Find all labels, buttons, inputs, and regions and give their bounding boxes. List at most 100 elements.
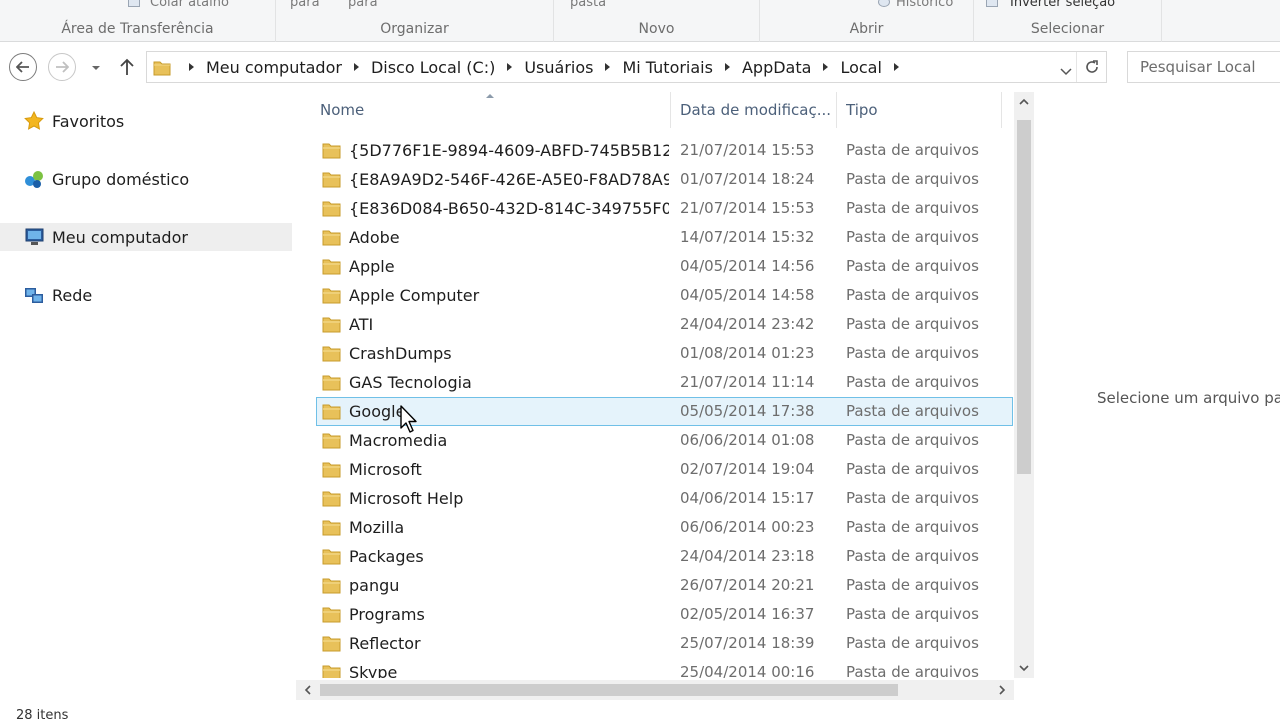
breadcrumb-separator[interactable] bbox=[353, 63, 359, 71]
file-type: Pasta de arquivos bbox=[846, 373, 979, 391]
nav-item-computer[interactable]: Meu computador bbox=[0, 223, 292, 251]
scroll-left-button[interactable] bbox=[298, 680, 318, 700]
recent-locations-dropdown[interactable] bbox=[90, 59, 102, 73]
file-type: Pasta de arquivos bbox=[846, 228, 979, 246]
file-date: 25/07/2014 18:39 bbox=[680, 634, 815, 652]
invert-selection-icon bbox=[986, 0, 998, 7]
breadcrumb-separator[interactable] bbox=[893, 63, 899, 71]
folder-icon bbox=[322, 317, 341, 333]
move-to-button[interactable]: para bbox=[290, 0, 320, 10]
column-header-name[interactable]: Nome bbox=[320, 92, 668, 128]
ribbon-group-new: pasta Novo bbox=[554, 0, 760, 42]
file-row[interactable]: Adobe 14/07/2014 15:32 Pasta de arquivos bbox=[316, 223, 1013, 252]
file-row[interactable]: Microsoft Help 04/06/2014 15:17 Pasta de a… bbox=[316, 484, 1013, 513]
preview-pane: Selecione um arquivo par bbox=[1036, 92, 1280, 720]
file-row[interactable]: pangu 26/07/2014 20:21 Pasta de arquivos bbox=[316, 571, 1013, 600]
nav-item-favorites[interactable]: Favoritos bbox=[0, 107, 292, 135]
file-name: Microsoft bbox=[349, 460, 422, 479]
breadcrumb-separator[interactable] bbox=[189, 63, 194, 71]
file-row[interactable]: {E8A9A9D2-546F-426E-A5E0-F8AD78A98... 01/… bbox=[316, 165, 1013, 194]
arrow-up-icon bbox=[120, 58, 134, 75]
paste-shortcut-button[interactable]: Colar atalho bbox=[150, 0, 229, 10]
file-row[interactable]: Mozilla 06/06/2014 00:23 Pasta de arquivos bbox=[316, 513, 1013, 542]
search-input[interactable] bbox=[1128, 52, 1278, 82]
breadcrumb-separator[interactable] bbox=[823, 63, 829, 71]
address-bar[interactable]: Meu computador Disco Local (C:) Usuários… bbox=[146, 51, 1107, 83]
folder-icon bbox=[322, 259, 341, 275]
folder-icon bbox=[322, 491, 341, 507]
ribbon-group-label: Área de Transferência bbox=[61, 21, 214, 37]
breadcrumb-item[interactable]: Mi Tutoriais bbox=[622, 58, 713, 77]
file-type: Pasta de arquivos bbox=[846, 199, 979, 217]
column-divider[interactable] bbox=[1001, 92, 1002, 128]
file-row[interactable]: CrashDumps 01/08/2014 01:23 Pasta de arqui… bbox=[316, 339, 1013, 368]
preview-message: Selecione um arquivo par bbox=[1097, 389, 1280, 407]
file-row[interactable]: Apple Computer 04/05/2014 14:58 Pasta de a… bbox=[316, 281, 1013, 310]
file-row[interactable]: GAS Tecnologia 21/07/2014 11:14 Pasta de a… bbox=[316, 368, 1013, 397]
nav-item-network[interactable]: Rede bbox=[0, 281, 292, 309]
horizontal-scrollbar[interactable] bbox=[296, 680, 1014, 700]
column-divider[interactable] bbox=[670, 92, 671, 128]
file-row[interactable]: Programs 02/05/2014 16:37 Pasta de arquivo… bbox=[316, 600, 1013, 629]
scroll-up-button[interactable] bbox=[1014, 92, 1034, 112]
chevron-left-icon bbox=[304, 685, 311, 695]
breadcrumb-item[interactable]: Disco Local (C:) bbox=[371, 58, 495, 77]
copy-to-button[interactable]: para bbox=[348, 0, 378, 10]
chevron-up-icon bbox=[1019, 98, 1029, 105]
vertical-scroll-thumb[interactable] bbox=[1017, 120, 1031, 474]
breadcrumb-item[interactable]: Usuários bbox=[524, 58, 593, 77]
scroll-right-button[interactable] bbox=[992, 680, 1012, 700]
file-row[interactable]: Packages 24/04/2014 23:18 Pasta de arquivo… bbox=[316, 542, 1013, 571]
breadcrumb-separator[interactable] bbox=[507, 63, 513, 71]
computer-icon bbox=[25, 228, 44, 245]
file-row[interactable]: Skype 25/04/2014 00:16 Pasta de arquivos bbox=[316, 658, 1013, 678]
file-row[interactable]: Apple 04/05/2014 14:56 Pasta de arquivos bbox=[316, 252, 1013, 281]
new-folder-button[interactable]: pasta bbox=[570, 0, 606, 10]
paste-shortcut-icon bbox=[128, 0, 140, 7]
file-row[interactable]: Microsoft 02/07/2014 19:04 Pasta de arquiv… bbox=[316, 455, 1013, 484]
file-date: 21/07/2014 15:53 bbox=[680, 199, 815, 217]
file-date: 21/07/2014 15:53 bbox=[680, 141, 815, 159]
file-row[interactable]: ATI 24/04/2014 23:42 Pasta de arquivos bbox=[316, 310, 1013, 339]
scroll-down-button[interactable] bbox=[1014, 658, 1034, 678]
file-date: 24/04/2014 23:42 bbox=[680, 315, 815, 333]
folder-icon bbox=[322, 375, 341, 391]
column-divider[interactable] bbox=[836, 92, 837, 128]
refresh-button[interactable] bbox=[1076, 52, 1106, 82]
file-date: 06/06/2014 00:23 bbox=[680, 518, 815, 536]
folder-icon bbox=[322, 230, 341, 246]
file-row[interactable]: {5D776F1E-9894-4609-ABFD-745B5B12BD... 21… bbox=[316, 136, 1013, 165]
column-header-type[interactable]: Tipo bbox=[846, 92, 996, 128]
breadcrumb-separator[interactable] bbox=[605, 63, 611, 71]
horizontal-scroll-thumb[interactable] bbox=[320, 684, 898, 696]
file-row[interactable]: Macromedia 06/06/2014 01:08 Pasta de arqui… bbox=[316, 426, 1013, 455]
vertical-scrollbar[interactable] bbox=[1014, 92, 1034, 678]
breadcrumb-item[interactable]: Meu computador bbox=[206, 58, 342, 77]
breadcrumb-item[interactable]: AppData bbox=[742, 58, 811, 77]
invert-selection-button[interactable]: Inverter seleção bbox=[1010, 0, 1115, 10]
file-type: Pasta de arquivos bbox=[846, 663, 979, 678]
ribbon-group-open: Histórico Abrir bbox=[760, 0, 974, 42]
address-history-dropdown[interactable] bbox=[1060, 62, 1072, 76]
nav-item-homegroup[interactable]: Grupo doméstico bbox=[0, 165, 292, 193]
ribbon-group-organize: para para Organizar bbox=[276, 0, 554, 42]
file-name: Apple bbox=[349, 257, 395, 276]
file-name: CrashDumps bbox=[349, 344, 452, 363]
file-row[interactable]: Google 05/05/2014 17:38 Pasta de arquivos bbox=[316, 397, 1013, 426]
file-row[interactable]: {E836D084-B650-432D-814C-349755F0912... 2… bbox=[316, 194, 1013, 223]
folder-icon bbox=[322, 346, 341, 362]
breadcrumb-item[interactable]: Local bbox=[840, 58, 881, 77]
breadcrumb-separator[interactable] bbox=[724, 63, 730, 71]
forward-button[interactable] bbox=[48, 53, 76, 81]
ribbon-group-label: Novo bbox=[638, 21, 675, 37]
up-button[interactable] bbox=[117, 55, 137, 79]
file-name: GAS Tecnologia bbox=[349, 373, 472, 392]
back-button[interactable] bbox=[9, 53, 37, 81]
file-type: Pasta de arquivos bbox=[846, 402, 979, 420]
file-name: Apple Computer bbox=[349, 286, 480, 305]
history-button[interactable]: Histórico bbox=[896, 0, 953, 10]
column-header-date[interactable]: Data de modificaç... bbox=[680, 92, 834, 128]
ribbon: Colar atalho Área de Transferência para … bbox=[0, 0, 1280, 42]
file-row[interactable]: Reflector 25/07/2014 18:39 Pasta de arquiv… bbox=[316, 629, 1013, 658]
file-name: Macromedia bbox=[349, 431, 448, 450]
